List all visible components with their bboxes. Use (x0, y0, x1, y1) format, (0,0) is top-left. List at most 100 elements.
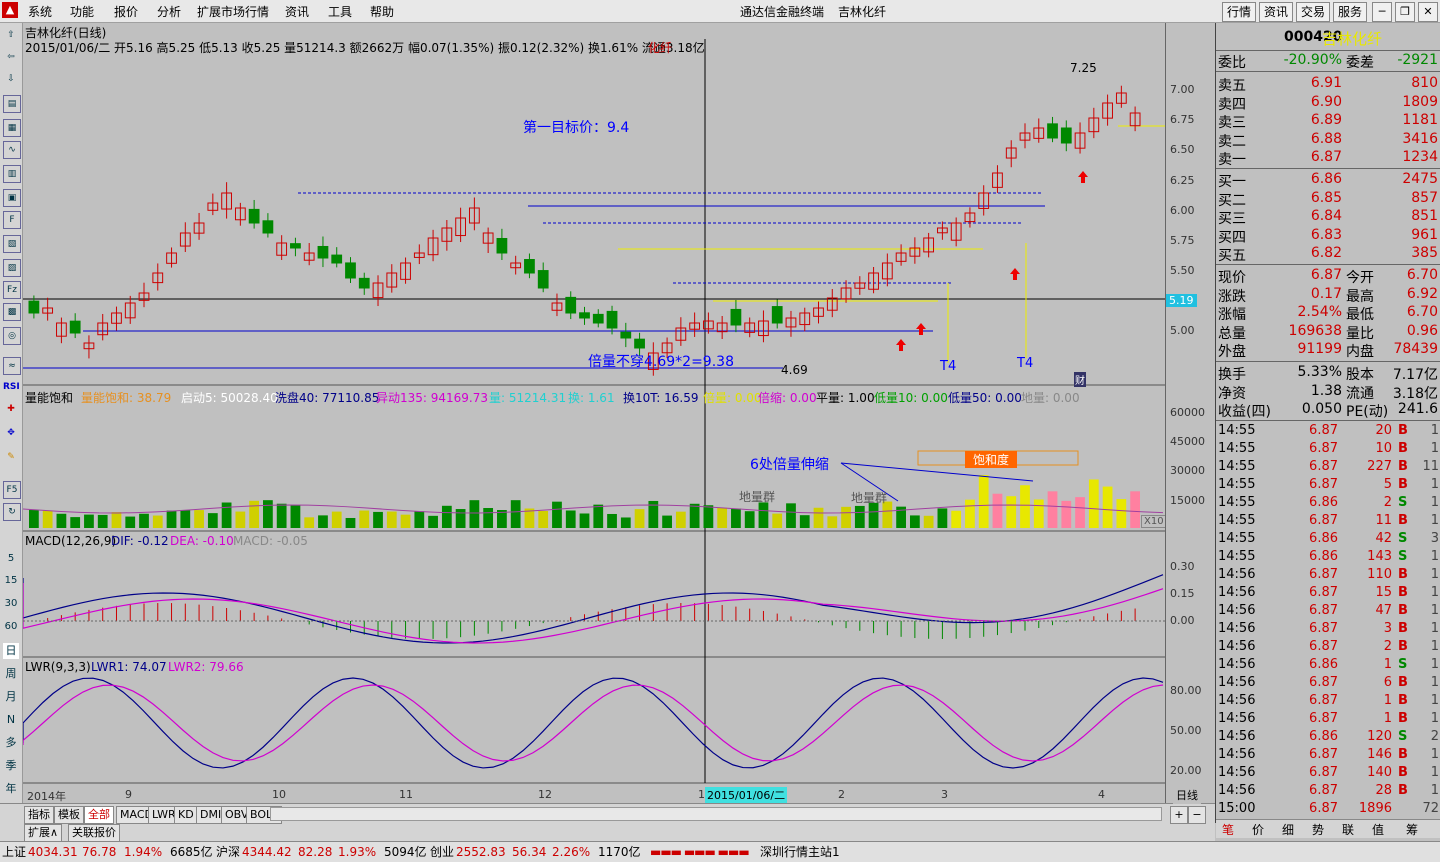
period-15[interactable]: 15 (3, 573, 19, 589)
zoom-in-icon[interactable]: + (1170, 806, 1188, 824)
qtab-3[interactable]: 势 (1312, 821, 1324, 838)
doc-icon[interactable]: ▧ (3, 235, 21, 253)
period-season[interactable]: 季 (3, 758, 19, 774)
window-icon[interactable]: ▣ (3, 189, 21, 207)
target-icon[interactable]: ◎ (3, 327, 21, 345)
tab-kd[interactable]: KD (174, 806, 198, 824)
menu-function[interactable]: 功能 (70, 3, 94, 20)
ask-row[interactable]: 卖五 6.91 810 (1216, 75, 1440, 94)
menu-help[interactable]: 帮助 (370, 3, 394, 20)
period-day[interactable]: 日 (3, 643, 19, 659)
refresh-icon[interactable]: ↻ (3, 503, 21, 521)
f10-icon[interactable]: F (3, 211, 21, 229)
chart-area[interactable]: 吉林化纤(日线) 2015/01/06/二 开5.16 高5.25 低5.13 … (23, 23, 1167, 803)
tick-row[interactable]: 14:55 6.87 227 B 11 (1216, 459, 1440, 477)
tab-template[interactable]: 模板 (54, 806, 84, 824)
btn-market[interactable]: 行情 (1222, 2, 1256, 22)
minimize-icon[interactable]: ─ (1372, 2, 1392, 22)
menu-tools[interactable]: 工具 (328, 3, 352, 20)
period-30[interactable]: 30 (3, 596, 19, 612)
period-60[interactable]: 60 (3, 619, 19, 635)
table-icon[interactable]: ▦ (3, 119, 21, 137)
wave-icon[interactable]: ≈ (3, 357, 21, 375)
tick-row[interactable]: 14:56 6.87 146 B 1 (1216, 747, 1440, 765)
close-icon[interactable]: ✕ (1418, 2, 1438, 22)
tick-row[interactable]: 14:55 6.87 20 B 1 (1216, 423, 1440, 441)
tick-row[interactable]: 14:55 6.87 10 B 1 (1216, 441, 1440, 459)
tick-row[interactable]: 14:55 6.86 2 S 1 (1216, 495, 1440, 513)
qtab-2[interactable]: 细 (1282, 821, 1294, 838)
tick-row[interactable]: 14:56 6.87 47 B 1 (1216, 603, 1440, 621)
tick-row[interactable]: 14:56 6.87 28 B 1 (1216, 783, 1440, 801)
btn-news[interactable]: 资讯 (1259, 2, 1293, 22)
tab-extend[interactable]: 扩展∧ (24, 824, 63, 842)
qtab-5[interactable]: 值 (1372, 821, 1384, 838)
restore-icon[interactable]: ❐ (1395, 2, 1415, 22)
period-year[interactable]: 年 (3, 781, 19, 797)
qtab-0[interactable]: 笔 (1222, 821, 1234, 838)
line-icon[interactable]: ∿ (3, 141, 21, 159)
x10-label[interactable]: X10 (1141, 515, 1167, 528)
tick-row[interactable]: 14:56 6.87 1 B 1 (1216, 693, 1440, 711)
bid-row[interactable]: 买一 6.86 2475 (1216, 171, 1440, 190)
left-arrow-icon[interactable]: ⇦ (3, 49, 19, 65)
ask-row[interactable]: 卖四 6.90 1809 (1216, 94, 1440, 113)
tick-row[interactable]: 14:56 6.87 140 B 1 (1216, 765, 1440, 783)
tab-all[interactable]: 全部 (84, 806, 114, 824)
f5-icon[interactable]: F5 (3, 481, 21, 499)
period-week[interactable]: 周 (3, 666, 19, 682)
up-arrow-icon[interactable]: ⇧ (3, 27, 19, 43)
finance-marker[interactable]: 财 (1074, 372, 1086, 387)
qtab-6[interactable]: 筹 (1406, 821, 1418, 838)
tab-related[interactable]: 关联报价 (68, 824, 120, 842)
menu-analysis[interactable]: 分析 (157, 3, 181, 20)
qtab-4[interactable]: 联 (1342, 821, 1354, 838)
tick-row[interactable]: 14:56 6.87 2 B 1 (1216, 639, 1440, 657)
pad-icon[interactable]: ▩ (3, 303, 21, 321)
btn-service[interactable]: 服务 (1333, 2, 1367, 22)
tick-row[interactable]: 14:56 6.87 110 B 1 (1216, 567, 1440, 585)
move-icon[interactable]: ✥ (3, 425, 19, 441)
tick-row[interactable]: 14:56 6.87 1 B 1 (1216, 711, 1440, 729)
period-5[interactable]: 5 (3, 551, 19, 567)
period-month[interactable]: 月 (3, 689, 19, 705)
fiz-icon[interactable]: Fz (3, 281, 21, 299)
period-n[interactable]: N (3, 712, 19, 728)
news-icon[interactable]: ▨ (3, 259, 21, 277)
tick-row[interactable]: 14:56 6.87 3 B 1 (1216, 621, 1440, 639)
tick-row[interactable]: 14:56 6.86 1 S 1 (1216, 657, 1440, 675)
tick-row[interactable]: 14:56 6.86 120 S 2 (1216, 729, 1440, 747)
arrow-cross-icon[interactable]: ✚ (3, 401, 19, 417)
qtab-1[interactable]: 价 (1252, 821, 1264, 838)
tick-row[interactable]: 14:56 6.87 15 B 1 (1216, 585, 1440, 603)
down-arrow-icon[interactable]: ⇩ (3, 71, 19, 87)
bid-row[interactable]: 买三 6.84 851 (1216, 208, 1440, 227)
bid-row[interactable]: 买二 6.85 857 (1216, 190, 1440, 209)
period-multi[interactable]: 多 (3, 735, 19, 751)
period-day-btn[interactable]: 日线 (1173, 788, 1201, 804)
tick-row[interactable]: 14:55 6.86 143 S 1 (1216, 549, 1440, 567)
rsi-icon[interactable]: RSI (3, 379, 20, 395)
tick-row[interactable]: 14:55 6.86 42 S 3 (1216, 531, 1440, 549)
ask-row[interactable]: 卖一 6.87 1234 (1216, 149, 1440, 168)
tab-indicator[interactable]: 指标 (24, 806, 54, 824)
menu-quote[interactable]: 报价 (114, 3, 138, 20)
ask-row[interactable]: 卖三 6.89 1181 (1216, 112, 1440, 131)
bid-row[interactable]: 买四 6.83 961 (1216, 227, 1440, 246)
ask-row[interactable]: 卖二 6.88 3416 (1216, 131, 1440, 150)
menu-ext-market[interactable]: 扩展市场行情 (197, 3, 269, 20)
menu-info[interactable]: 资讯 (285, 3, 309, 20)
menu-system[interactable]: 系统 (28, 3, 52, 20)
chart-icon[interactable]: ▤ (3, 95, 21, 113)
grid-icon[interactable]: ▥ (3, 165, 21, 183)
btn-trade[interactable]: 交易 (1296, 2, 1330, 22)
h-scrollbar[interactable] (270, 807, 1162, 821)
tick-row[interactable]: 14:56 6.87 6 B 1 (1216, 675, 1440, 693)
tick-row[interactable]: 14:55 6.87 5 B 1 (1216, 477, 1440, 495)
bid-row[interactable]: 买五 6.82 385 (1216, 245, 1440, 264)
pen-icon[interactable]: ✎ (3, 449, 19, 465)
kline-canvas[interactable] (23, 23, 1165, 803)
zoom-out-icon[interactable]: − (1188, 806, 1206, 824)
tick-row[interactable]: 14:55 6.87 11 B 1 (1216, 513, 1440, 531)
tick-row[interactable]: 15:00 6.87 1896 72 (1216, 801, 1440, 819)
